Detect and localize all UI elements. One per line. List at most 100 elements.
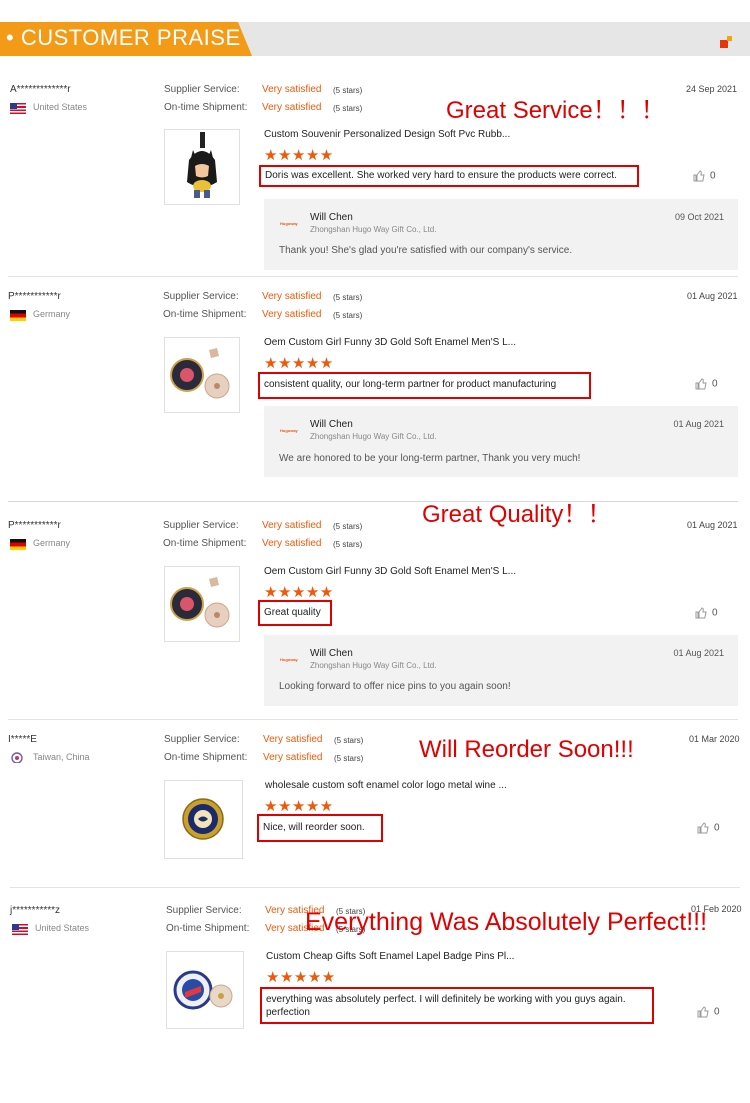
reply-author: Will Chen xyxy=(310,212,353,223)
product-title[interactable]: Oem Custom Girl Funny 3D Gold Soft Ename… xyxy=(264,566,516,577)
like-button[interactable]: 0 xyxy=(693,170,716,182)
like-count: 0 xyxy=(714,1006,720,1018)
review-comment: everything was absolutely perfect. I wil… xyxy=(260,987,654,1024)
reviewer-name: j***********z xyxy=(10,905,61,916)
reply-date: 09 Oct 2021 xyxy=(674,212,724,222)
product-thumbnail[interactable] xyxy=(164,129,240,205)
annotation-absolutely-perfect: Everything Was Absolutely Perfect!!! xyxy=(305,908,708,936)
review-comment: Nice, will reorder soon. xyxy=(257,814,383,842)
us-flag-icon xyxy=(12,924,28,935)
product-thumbnail[interactable] xyxy=(164,780,243,859)
supplier-service-value: Very satisfied xyxy=(262,84,322,95)
like-button[interactable]: 0 xyxy=(697,822,720,834)
ontime-shipment-stars: (5 stars) xyxy=(333,540,363,549)
supplier-service-value: Very satisfied xyxy=(263,734,323,745)
supplier-service-stars: (5 stars) xyxy=(333,86,363,95)
company-logo: Hugoway xyxy=(280,428,298,433)
reply-company: Zhongshan Hugo Way Gift Co., Ltd. xyxy=(310,661,437,670)
product-title[interactable]: wholesale custom soft enamel color logo … xyxy=(265,780,507,791)
reviewer-country: United States xyxy=(35,923,90,933)
company-logo: Hugoway xyxy=(280,221,298,226)
reviewer-name: P***********r xyxy=(8,291,61,302)
reply-date: 01 Aug 2021 xyxy=(673,648,724,658)
supplier-reply: Hugoway Will Chen Zhongshan Hugo Way Gif… xyxy=(264,199,738,270)
reviewer-name: I*****E xyxy=(8,734,37,745)
review-date: 24 Sep 2021 xyxy=(686,84,738,94)
batman-keychain-image xyxy=(187,132,217,198)
section-title: • CUSTOMER PRAISE xyxy=(6,25,241,50)
rating-stars: ★★★★★ xyxy=(264,355,334,372)
supplier-service-value: Very satisfied xyxy=(262,520,322,531)
thumbs-up-icon xyxy=(697,822,709,834)
reply-author: Will Chen xyxy=(310,648,353,659)
product-title[interactable]: Oem Custom Girl Funny 3D Gold Soft Ename… xyxy=(264,337,516,348)
lapel-badge-pin-image xyxy=(173,970,233,1010)
ontime-shipment-label: On-time Shipment: xyxy=(163,309,247,320)
review-comment: consistent quality, our long-term partne… xyxy=(258,372,591,399)
ontime-shipment-stars: (5 stars) xyxy=(333,104,363,113)
like-button[interactable]: 0 xyxy=(697,1006,720,1018)
enamel-pin-image xyxy=(170,348,230,399)
review-divider xyxy=(8,501,738,502)
ontime-shipment-value: Very satisfied xyxy=(262,538,322,549)
reviewer-country: United States xyxy=(33,102,88,112)
supplier-service-stars: (5 stars) xyxy=(333,293,363,302)
like-button[interactable]: 0 xyxy=(695,607,718,619)
reviewer-name: A*************r xyxy=(10,84,71,95)
product-thumbnail[interactable] xyxy=(166,951,244,1029)
ontime-shipment-label: On-time Shipment: xyxy=(164,752,248,763)
germany-flag-icon xyxy=(10,539,26,550)
supplier-service-label: Supplier Service: xyxy=(164,84,240,95)
supplier-service-stars: (5 stars) xyxy=(334,736,364,745)
reviewer-country: Germany xyxy=(33,309,71,319)
product-thumbnail[interactable] xyxy=(164,566,240,642)
ontime-shipment-value: Very satisfied xyxy=(262,102,322,113)
supplier-service-stars: (5 stars) xyxy=(333,522,363,531)
review-comment: Doris was excellent. She worked very har… xyxy=(259,165,639,187)
ontime-shipment-stars: (5 stars) xyxy=(333,311,363,320)
product-thumbnail[interactable] xyxy=(164,337,240,413)
banner-tab: • CUSTOMER PRAISE xyxy=(0,22,252,56)
us-flag-icon xyxy=(10,103,26,114)
taiwan-region-icon xyxy=(10,752,26,763)
ontime-shipment-value: Very satisfied xyxy=(263,752,323,763)
like-count: 0 xyxy=(714,822,720,834)
reviewer-country: Germany xyxy=(33,538,71,548)
ontime-shipment-label: On-time Shipment: xyxy=(166,923,250,934)
reply-company: Zhongshan Hugo Way Gift Co., Ltd. xyxy=(310,432,437,441)
like-count: 0 xyxy=(710,170,716,182)
brand-mark-icon xyxy=(720,36,732,48)
ontime-shipment-stars: (5 stars) xyxy=(334,754,364,763)
thumbs-up-icon xyxy=(695,607,707,619)
supplier-service-label: Supplier Service: xyxy=(166,905,242,916)
like-count: 0 xyxy=(712,378,718,390)
like-button[interactable]: 0 xyxy=(695,378,718,390)
like-count: 0 xyxy=(712,607,718,619)
supplier-service-label: Supplier Service: xyxy=(163,291,239,302)
section-banner: • CUSTOMER PRAISE xyxy=(0,22,750,56)
wine-logo-pin-image xyxy=(182,798,224,840)
germany-flag-icon xyxy=(10,310,26,321)
supplier-service-value: Very satisfied xyxy=(262,291,322,302)
company-logo: Hugoway xyxy=(280,657,298,662)
rating-stars: ★★★★★ xyxy=(264,584,334,601)
annotation-great-quality: Great Quality！！ xyxy=(422,501,612,528)
reply-text: We are honored to be your long-term part… xyxy=(279,453,581,464)
reply-text: Looking forward to offer nice pins to yo… xyxy=(279,681,511,692)
review-divider xyxy=(10,887,740,888)
ontime-shipment-value: Very satisfied xyxy=(262,309,322,320)
supplier-reply: Hugoway Will Chen Zhongshan Hugo Way Gif… xyxy=(264,635,738,706)
reply-text: Thank you! She's glad you're satisfied w… xyxy=(279,245,573,256)
rating-stars: ★★★★★ xyxy=(266,969,336,986)
supplier-reply: Hugoway Will Chen Zhongshan Hugo Way Gif… xyxy=(264,406,738,477)
reply-author: Will Chen xyxy=(310,419,353,430)
review-comment: Great quality xyxy=(258,600,332,626)
ontime-shipment-label: On-time Shipment: xyxy=(163,538,247,549)
product-title[interactable]: Custom Cheap Gifts Soft Enamel Lapel Bad… xyxy=(266,951,514,962)
reply-date: 01 Aug 2021 xyxy=(673,419,724,429)
supplier-service-label: Supplier Service: xyxy=(164,734,240,745)
product-title[interactable]: Custom Souvenir Personalized Design Soft… xyxy=(264,129,510,140)
review-date: 01 Aug 2021 xyxy=(687,520,738,530)
annotation-great-service: Great Service！！！ xyxy=(446,97,665,124)
reply-company: Zhongshan Hugo Way Gift Co., Ltd. xyxy=(310,225,437,234)
